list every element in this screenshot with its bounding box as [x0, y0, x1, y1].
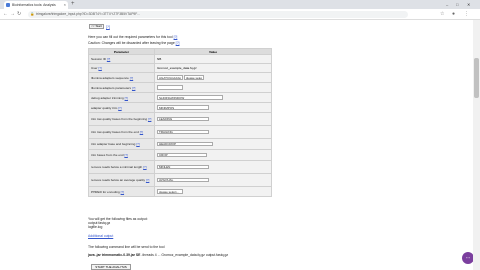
start-button[interactable]: << Start: [89, 24, 104, 29]
parameter-value: Gromoz_example_data.fq.gz: [154, 63, 272, 73]
back-icon[interactable]: ←: [3, 10, 8, 19]
parameter-name: trim low quality bases from the beginnin…: [88, 112, 155, 126]
forward-icon[interactable]: →: [10, 10, 15, 19]
output-file: logfile.log: [88, 225, 103, 229]
reload-icon[interactable]: ↻: [17, 10, 21, 19]
table-row: adapter quality trim [?]: [88, 102, 272, 113]
start-analysis-button[interactable]: START THE ANALYSIS: [91, 264, 131, 270]
account-icon[interactable]: ●: [452, 10, 455, 19]
address-bar[interactable]: 🔒 trimgalore/trimgalore_input.php?ID=3DB…: [28, 11, 408, 18]
table-row: remove reads below a minimal length [?]: [88, 160, 272, 174]
parameter-table: Parameter Value Session ID [?] NB User […: [88, 48, 272, 197]
parameter-value: [154, 138, 272, 150]
new-tab-icon[interactable]: +: [71, 0, 75, 9]
caution-text: Caution: Changes will be discarded after…: [88, 41, 180, 45]
parameter-value: [154, 186, 272, 197]
leading-input[interactable]: [157, 116, 209, 122]
parameter-name: User [?]: [88, 63, 155, 73]
parameter-value: [154, 173, 272, 187]
parameter-value: [154, 72, 272, 83]
parameter-name: remove reads below an average quality [?…: [88, 173, 155, 187]
slidingwindow-input[interactable]: [157, 95, 223, 100]
adapter-preset-select[interactable]: [183, 75, 204, 80]
floating-action-button[interactable]: ⋯: [462, 252, 473, 264]
parameter-name: remove reads below a minimal length [?]: [88, 160, 155, 174]
parameter-value: [154, 112, 272, 126]
headcrop-input[interactable]: [157, 141, 213, 147]
minlen-input[interactable]: [157, 164, 209, 170]
avgqual-input[interactable]: [157, 177, 209, 183]
table-row: Illumina adapters sequence [?]: [88, 72, 272, 83]
browser-toolbar: ← → ↻ 🔒 trimgalore/trimgalore_input.php?…: [0, 9, 480, 20]
parameter-name: adapter quality trim [?]: [88, 102, 155, 113]
menu-icon[interactable]: ⋮: [464, 10, 469, 19]
table-row: User [?] Gromoz_example_data.fq.gz: [88, 63, 272, 73]
minimpos-input[interactable]: [157, 105, 209, 110]
maximize-button[interactable]: □: [456, 0, 458, 9]
table-row: trim adapter base and beginning [?]: [88, 138, 272, 150]
parameter-name: trim adapter base and beginning [?]: [88, 138, 155, 150]
parameter-name: Illumina adapters parameters [?]: [88, 82, 155, 93]
table-row: trim low quality bases from the end [?]: [88, 125, 272, 139]
parameter-name: Session ID [?]: [88, 54, 155, 64]
parameter-value: [154, 92, 272, 103]
favicon-icon: [6, 3, 10, 7]
parameter-name: PHRED for encoding [?]: [88, 186, 155, 197]
parameter-value: [154, 82, 272, 93]
page-content: << Start [?] Here you can fill out the r…: [0, 20, 473, 270]
parameter-name: debug adapter trimming [?]: [88, 92, 155, 103]
table-row: trim bases from the end [?]: [88, 149, 272, 161]
command-note: The following command line will be send …: [88, 245, 165, 249]
trailing-input[interactable]: [157, 129, 209, 135]
table-row: debug adapter trimming [?]: [88, 92, 272, 103]
crop-input[interactable]: [157, 152, 207, 158]
table-row: PHRED for encoding [?]: [88, 186, 272, 197]
parameter-name: trim low quality bases from the end [?]: [88, 125, 155, 139]
url-text: trimgalore/trimgalore_input.php?ID=3DBT4…: [36, 12, 140, 16]
lock-icon: 🔒: [30, 12, 35, 16]
additional-output-link[interactable]: Additional output: [88, 234, 113, 238]
parameter-value: [154, 125, 272, 139]
close-window-button[interactable]: ✕: [467, 0, 470, 9]
tab-title: Bioinformatics tools: Analysis: [12, 3, 56, 7]
page-scrollbar[interactable]: [473, 20, 480, 270]
adapter-sequence-input[interactable]: [157, 75, 183, 80]
table-row: trim low quality bases from the beginnin…: [88, 112, 272, 126]
parameter-value: [154, 160, 272, 174]
browser-tab-bar: Bioinformatics tools: Analysis × + – □ ✕: [0, 0, 480, 9]
intro-text: Here you can fill out the required param…: [88, 35, 178, 39]
command-line: java -jar trimmomatic-0.39.jar SE -threa…: [88, 253, 229, 257]
minimize-button[interactable]: –: [446, 0, 448, 9]
scrollbar-thumb[interactable]: [474, 58, 479, 98]
star-icon[interactable]: ☆: [440, 10, 444, 19]
parameter-value: [154, 149, 272, 161]
table-row: Session ID [?] NB: [88, 54, 272, 64]
phred-select[interactable]: [157, 189, 183, 194]
parameter-value: [154, 102, 272, 113]
table-row: Illumina adapters parameters [?]: [88, 82, 272, 93]
close-tab-icon[interactable]: ×: [64, 1, 66, 9]
start-help-link[interactable]: [?]: [106, 25, 110, 29]
browser-tab[interactable]: Bioinformatics tools: Analysis ×: [4, 1, 68, 9]
parameter-name: Illumina adapters sequence [?]: [88, 72, 155, 83]
parameter-value: NB: [154, 54, 272, 64]
parameter-name: trim bases from the end [?]: [88, 149, 155, 161]
adapter-parameters-input[interactable]: [157, 85, 183, 90]
table-row: remove reads below an average quality [?…: [88, 173, 272, 187]
